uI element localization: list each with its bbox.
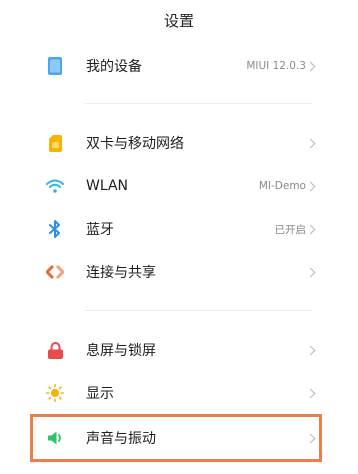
- settings-item-label: 双卡与移动网络: [86, 136, 184, 152]
- bluetooth-icon: [46, 220, 64, 238]
- chevron-right-icon: [305, 224, 316, 234]
- settings-item-connection-sharing[interactable]: 连接与共享: [0, 254, 358, 290]
- chevron-right-icon: [305, 61, 316, 71]
- chevron-right-icon: [305, 388, 316, 398]
- settings-item-dual-sim[interactable]: 双卡与移动网络: [0, 125, 358, 161]
- lock-icon: [46, 341, 64, 359]
- settings-item-label: 蓝牙: [86, 222, 114, 238]
- settings-item-value: MIUI 12.0.3: [246, 60, 306, 72]
- chevron-right-icon: [305, 181, 316, 191]
- settings-item-label: 息屏与锁屏: [86, 343, 156, 359]
- settings-item-value: MI-Demo: [258, 180, 306, 192]
- wifi-icon: [46, 177, 64, 195]
- chevron-right-icon: [305, 267, 316, 277]
- settings-item-label: 显示: [86, 386, 114, 402]
- section-divider: [84, 103, 312, 104]
- settings-item-label: 我的设备: [86, 59, 142, 75]
- share-icon: [46, 263, 64, 281]
- settings-item-my-device[interactable]: 我的设备 MIUI 12.0.3: [0, 48, 358, 84]
- page-title: 设置: [163, 12, 194, 30]
- chevron-right-icon: [305, 345, 316, 355]
- settings-item-wlan[interactable]: WLAN MI-Demo: [0, 168, 358, 204]
- highlight-box: [30, 414, 322, 462]
- settings-item-bluetooth[interactable]: 蓝牙 已开启: [0, 211, 358, 247]
- settings-item-lock-screen[interactable]: 息屏与锁屏: [0, 332, 358, 368]
- device-icon: [46, 57, 64, 75]
- section-divider: [84, 310, 312, 311]
- settings-item-value: 已开启: [274, 223, 307, 236]
- brightness-icon: [46, 384, 64, 402]
- settings-item-label: WLAN: [86, 178, 129, 194]
- settings-item-label: 连接与共享: [86, 265, 156, 281]
- settings-item-display[interactable]: 显示: [0, 375, 358, 411]
- sim-card-icon: [46, 134, 64, 152]
- chevron-right-icon: [305, 138, 316, 148]
